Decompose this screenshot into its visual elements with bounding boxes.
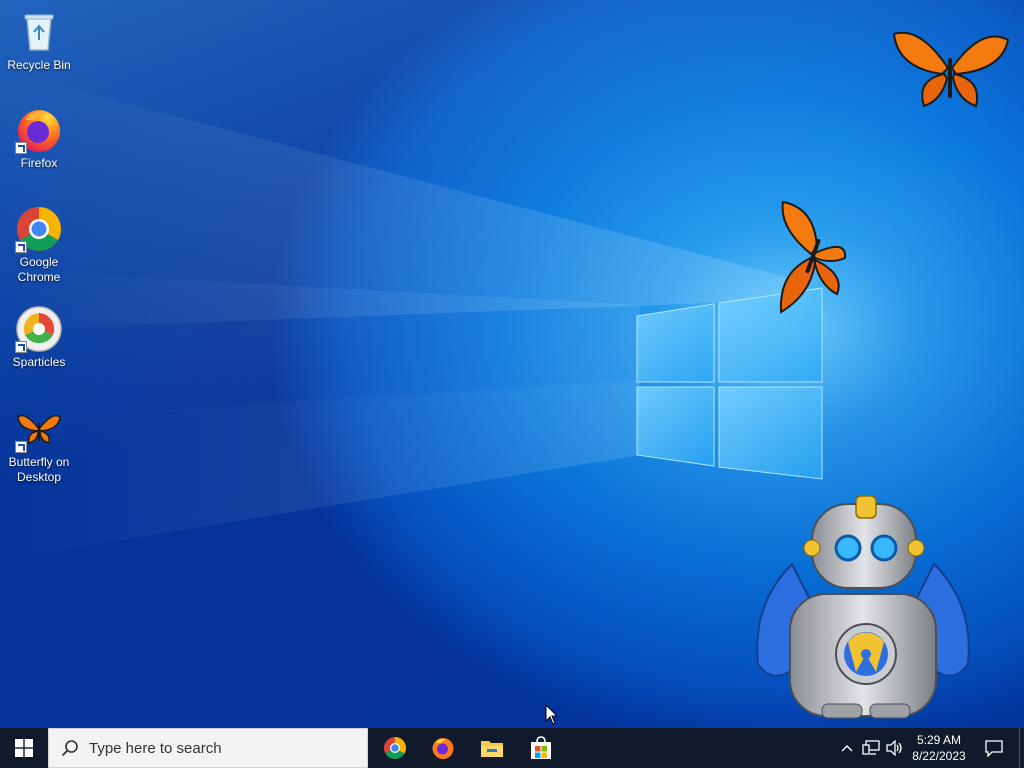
taskbar: Type here to search 5:29 AM 8/22/2023 [0,728,1024,768]
action-center-button[interactable] [974,728,1014,768]
windows-logo-icon [15,739,33,757]
taskbar-app-microsoft-store[interactable] [517,728,565,768]
network-icon [862,740,880,755]
desktop-icon-google-chrome[interactable]: Google Chrome [4,205,74,285]
firefox-icon [15,106,63,154]
search-icon [61,740,78,757]
taskbar-app-file-explorer[interactable] [468,728,516,768]
shortcut-arrow-icon [15,241,27,253]
taskbar-clock[interactable]: 5:29 AM 8/22/2023 [900,728,978,768]
desktop-icon-sparticles[interactable]: Sparticles [4,305,74,370]
recycle-bin-icon [15,8,63,56]
desktop-icon-label: Google Chrome [17,255,61,284]
desktop-icon-firefox[interactable]: Firefox [4,106,74,171]
microsoft-store-icon [531,736,551,759]
show-hidden-icons-button[interactable] [836,728,858,768]
butterfly-icon[interactable] [890,28,1010,110]
show-desktop-button[interactable] [1019,728,1024,768]
search-input[interactable]: Type here to search [48,728,368,768]
clock-time: 5:29 AM [916,733,962,747]
shortcut-arrow-icon [15,341,27,353]
chevron-up-icon [841,745,853,752]
network-button[interactable] [860,728,882,768]
taskbar-app-chrome[interactable] [371,728,419,768]
desktop-icon-butterfly-on-desktop[interactable]: Butterfly on Desktop [4,405,74,485]
desktop-icon-label: Recycle Bin [7,58,71,72]
chrome-icon [384,737,406,759]
chrome-icon [15,205,63,253]
desktop-icon-label: Sparticles [12,355,66,369]
firefox-icon [432,738,454,759]
mouse-cursor [545,704,559,725]
robot-mascot[interactable] [752,494,974,724]
butterfly-icon [15,405,63,453]
desktop-icon-label: Firefox [20,156,58,170]
notification-icon [985,739,1003,757]
taskbar-app-firefox[interactable] [419,728,467,768]
desktop-icon-label: Butterfly on Desktop [8,455,70,484]
butterfly-icon[interactable] [775,198,849,316]
sparticles-icon [15,305,63,353]
shortcut-arrow-icon [15,142,27,154]
shortcut-arrow-icon [15,441,27,453]
file-explorer-icon [481,741,503,757]
search-placeholder: Type here to search [89,739,222,757]
clock-date: 8/22/2023 [912,749,966,763]
desktop-background[interactable]: Recycle Bin Firefox Google Chrome Sparti… [0,0,1024,728]
desktop-icon-recycle-bin[interactable]: Recycle Bin [4,8,74,73]
start-button[interactable] [0,728,48,768]
